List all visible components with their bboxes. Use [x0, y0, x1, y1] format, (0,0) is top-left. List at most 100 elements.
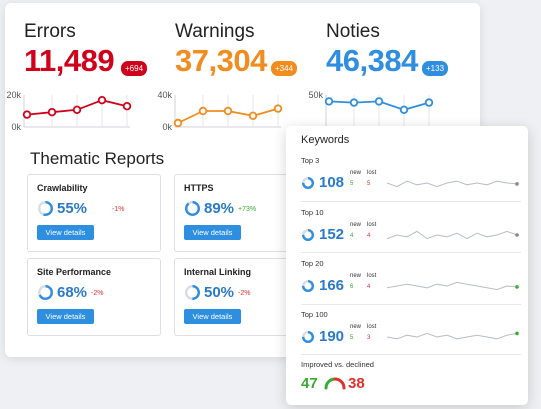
keyword-count: 152 — [319, 226, 345, 243]
trend-point[interactable] — [349, 98, 359, 107]
keyword-row-top-3[interactable]: Top 3 108 new lost 5 5 — [301, 156, 521, 204]
y-tick-top: 40k — [157, 90, 172, 100]
sparkline-path — [386, 230, 518, 240]
trend-point[interactable] — [122, 102, 132, 111]
divider — [301, 252, 521, 253]
keyword-count: 190 — [319, 328, 345, 345]
keyword-count: 166 — [319, 277, 345, 294]
view-details-button[interactable]: View details — [37, 225, 94, 240]
report-value: 55% — [57, 200, 88, 217]
new-label: new — [350, 324, 362, 330]
trend-point[interactable] — [198, 106, 208, 116]
errors-trend-chart: 20k 0k — [6, 90, 132, 132]
lost-label: lost — [367, 170, 377, 176]
trend-point[interactable] — [248, 111, 258, 120]
report-value: 89% — [204, 200, 235, 217]
trend-point[interactable] — [374, 97, 384, 106]
trend-point[interactable] — [273, 104, 283, 113]
keyword-sparkline — [386, 331, 519, 340]
trend-point[interactable] — [22, 110, 32, 119]
divider — [301, 304, 521, 305]
keyword-row-label: Top 10 — [301, 208, 324, 217]
sparkline-end-point — [515, 285, 519, 289]
trend-point[interactable] — [72, 105, 82, 114]
report-card-site-performance[interactable]: Site Performance 68% -2% View details — [27, 258, 161, 336]
view-details-button[interactable]: View details — [37, 309, 94, 324]
report-name: Internal Linking — [184, 267, 252, 277]
metric-badge: +694 — [121, 61, 148, 76]
keywords-title: Keywords — [301, 134, 350, 146]
thematic-reports-title: Thematic Reports — [30, 149, 165, 168]
new-count: 5 — [350, 335, 354, 341]
keyword-row-label: Top 3 — [301, 156, 320, 165]
improved-declined-gauge-icon — [324, 377, 346, 390]
lost-count: 4 — [367, 284, 371, 290]
trend-point[interactable] — [47, 108, 57, 117]
progress-ring-icon — [301, 228, 315, 242]
divider — [301, 201, 521, 202]
trend-point[interactable] — [173, 118, 183, 128]
sparkline-end-point — [515, 331, 519, 336]
lost-label: lost — [367, 222, 377, 228]
view-details-button[interactable]: View details — [184, 225, 241, 240]
new-count: 4 — [350, 233, 354, 239]
sparkline-end-point — [515, 182, 519, 186]
report-delta: -2% — [91, 290, 104, 297]
report-delta: +73% — [238, 206, 257, 213]
keyword-row-top-100[interactable]: Top 100 190 new lost 5 3 — [301, 310, 521, 358]
keyword-sparkline — [386, 180, 519, 188]
report-name: HTTPS — [184, 183, 214, 193]
keyword-sparkline — [386, 230, 519, 240]
improved-count: 47 — [301, 375, 318, 392]
ring-fill — [184, 200, 201, 217]
progress-ring-icon — [184, 284, 201, 301]
trend-point[interactable] — [97, 95, 107, 105]
progress-ring-icon — [301, 279, 315, 293]
keyword-row-top-10[interactable]: Top 10 152 new lost 4 4 — [301, 208, 521, 256]
keyword-row-top-20[interactable]: Top 20 166 new lost 6 4 — [301, 259, 521, 307]
y-tick-bottom: 0k — [11, 122, 21, 132]
lost-count: 5 — [367, 181, 371, 187]
progress-ring-icon — [301, 176, 315, 190]
sparkline-path — [386, 281, 518, 291]
lost-count: 3 — [367, 335, 371, 341]
metric-title: Errors — [24, 21, 76, 42]
divider — [301, 354, 521, 355]
metric-value[interactable]: 37,304 — [175, 43, 267, 79]
keyword-sparkline — [386, 281, 519, 291]
new-label: new — [350, 222, 362, 228]
trend-point[interactable] — [223, 106, 233, 116]
report-card-crawlability[interactable]: Crawlability 55% -1% View details — [27, 174, 161, 252]
trend-point[interactable] — [424, 98, 434, 107]
trend-point[interactable] — [399, 105, 409, 114]
metric-title: Warnings — [175, 21, 255, 42]
sparkline-path — [386, 180, 518, 188]
metric-value[interactable]: 11,489 — [24, 43, 115, 79]
keyword-count: 108 — [319, 174, 345, 191]
sparkline-end-point — [515, 233, 519, 237]
improved-vs-declined-label: Improved vs. declined — [301, 360, 374, 369]
lost-count: 4 — [367, 233, 371, 239]
progress-ring-icon — [37, 200, 54, 217]
metric-badge: +133 — [422, 61, 449, 76]
report-delta: -1% — [112, 206, 125, 213]
keywords-panel: Keywords Top 3 108 new lost 5 5 Top 10 1… — [286, 126, 528, 405]
metric-title: Noties — [326, 21, 380, 42]
sparkline-path — [386, 332, 518, 340]
new-label: new — [350, 273, 362, 279]
metric-value[interactable]: 46,384 — [326, 43, 418, 79]
new-count: 5 — [350, 181, 354, 187]
progress-ring-icon — [37, 284, 54, 301]
report-name: Crawlability — [37, 183, 88, 193]
keyword-row-label: Top 100 — [301, 310, 328, 319]
report-value: 50% — [204, 284, 235, 301]
new-label: new — [350, 170, 362, 176]
declined-count: 38 — [348, 375, 365, 392]
trend-point[interactable] — [324, 97, 334, 106]
keyword-row-label: Top 20 — [301, 259, 324, 268]
view-details-button[interactable]: View details — [184, 309, 241, 324]
y-tick-top: 50k — [308, 90, 323, 100]
progress-ring-icon — [184, 200, 201, 217]
metric-badge: +344 — [271, 61, 298, 76]
progress-ring-icon — [301, 330, 315, 344]
